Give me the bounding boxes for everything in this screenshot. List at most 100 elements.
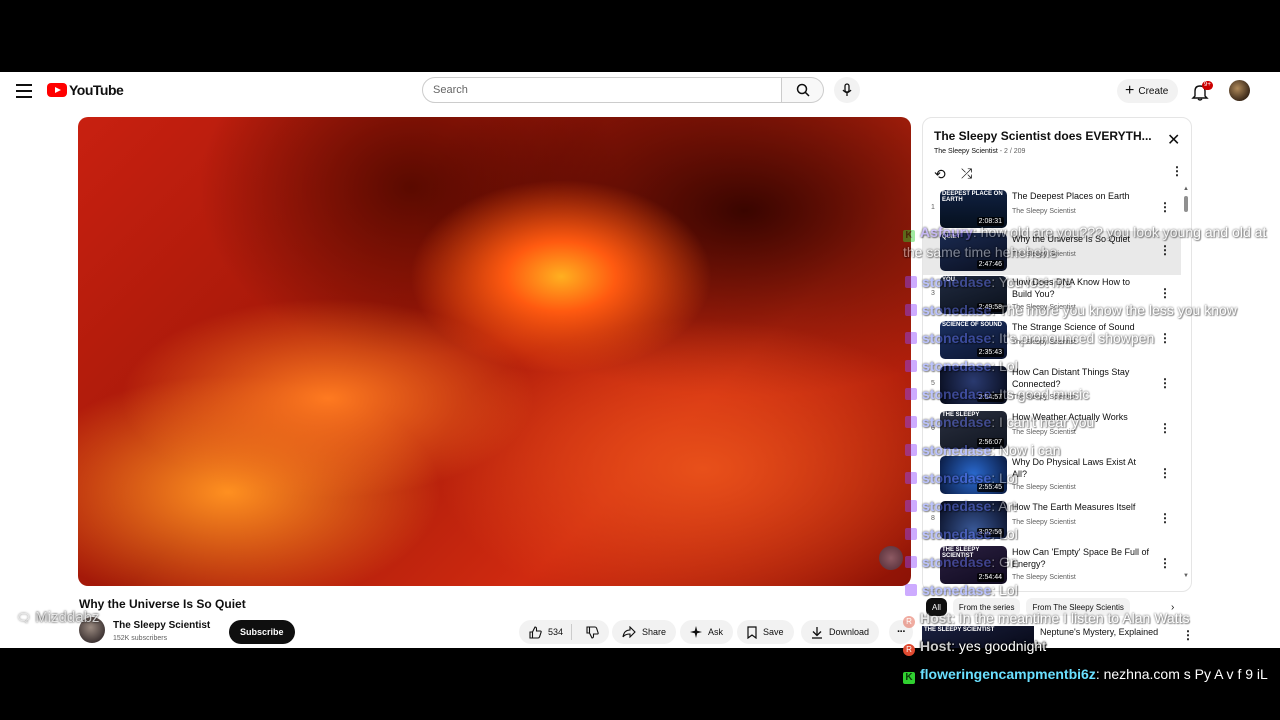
thumbs-up-icon xyxy=(529,625,542,639)
item-menu-icon[interactable]: ⋮ xyxy=(1159,200,1171,214)
playlist-item-channel: The Sleepy Scientist xyxy=(1012,208,1076,215)
playlist-item-channel: The Sleepy Scientist xyxy=(1012,484,1076,491)
item-menu-icon[interactable]: ⋮ xyxy=(1159,376,1171,390)
chat-text: : nezhna.com s Py A v f 9 iL xyxy=(1095,666,1268,682)
chat-text: : It's pronounced showpen xyxy=(991,330,1155,346)
chat-text: : The more you know the less you know xyxy=(991,302,1237,318)
ask-label: Ask xyxy=(708,627,724,637)
playlist-item-index: 1 xyxy=(931,204,935,211)
streamer-watermark: 🗨 Mizddabz xyxy=(16,609,99,626)
host-badge-icon: R xyxy=(903,644,915,656)
chat-message: stonedase: Lol xyxy=(905,580,1018,600)
chat-text: : Now i can xyxy=(991,442,1061,458)
twitch-badge-icon xyxy=(905,444,917,456)
chat-username: Host xyxy=(920,638,952,654)
host-badge-icon: R xyxy=(903,616,915,628)
share-button[interactable]: Share xyxy=(612,620,677,644)
dislike-button[interactable] xyxy=(578,625,609,639)
chat-message: stonedase: Its good music xyxy=(905,384,1089,404)
shuffle-icon[interactable]: ⤮ xyxy=(961,165,972,182)
plus-icon: + xyxy=(1125,82,1135,99)
item-menu-icon[interactable]: ⋮ xyxy=(1159,556,1171,570)
item-menu-icon[interactable]: ⋮ xyxy=(1159,331,1171,345)
channel-name[interactable]: The Sleepy Scientist xyxy=(113,620,210,631)
chat-message: stonedase: I can't hear you xyxy=(905,412,1094,432)
twitch-badge-icon xyxy=(905,472,917,484)
playlist-item-title: The Deepest Places on Earth xyxy=(1012,191,1130,201)
save-button[interactable]: Save xyxy=(737,620,794,644)
playlist-panel: The Sleepy Scientist does EVERYTH... The… xyxy=(922,117,1192,592)
download-label: Download xyxy=(829,627,870,637)
twitch-badge-icon xyxy=(905,584,917,596)
chat-text: : I can't hear you xyxy=(991,414,1095,430)
chat-username: stonedase xyxy=(922,470,992,486)
item-menu-icon[interactable]: ⋮ xyxy=(1159,421,1171,435)
twitch-badge-icon xyxy=(905,276,917,288)
search-bar xyxy=(422,77,860,103)
chat-username: stonedase xyxy=(922,386,992,402)
chat-message: stonedase: Lol xyxy=(905,468,1018,488)
chat-username: stonedase xyxy=(922,526,992,542)
search-input[interactable] xyxy=(422,77,782,103)
ask-button[interactable]: Ask xyxy=(680,620,734,644)
item-menu-icon[interactable]: ⋮ xyxy=(1159,286,1171,300)
video-player[interactable] xyxy=(78,117,911,586)
twitch-badge-icon xyxy=(905,360,917,372)
search-button[interactable] xyxy=(782,77,824,103)
player-overlay-avatar[interactable] xyxy=(879,546,903,570)
chat-message: stonedase: Art xyxy=(905,496,1016,516)
close-icon[interactable]: ✕ xyxy=(1167,133,1180,149)
share-label: Share xyxy=(642,627,667,637)
create-button[interactable]: + Create xyxy=(1117,79,1179,103)
scroll-down-arrow-icon[interactable]: ▼ xyxy=(1183,573,1189,579)
youtube-play-icon xyxy=(47,83,67,97)
masthead: YouTube + Create 9+ xyxy=(0,72,1280,110)
playlist-item-title: How Can 'Empty' Space Be Full of Energy? xyxy=(1012,547,1149,569)
twitch-badge-icon xyxy=(905,304,917,316)
chat-text: : Its good music xyxy=(991,386,1090,402)
chat-text: : Lol xyxy=(991,526,1018,542)
sparkle-icon xyxy=(690,626,702,638)
chat-message: stonedase: The more you know the less yo… xyxy=(905,300,1237,320)
voice-search-button[interactable] xyxy=(834,77,860,103)
playlist-subtitle: The Sleepy Scientist - 2 / 209 xyxy=(934,148,1025,155)
scroll-up-arrow-icon[interactable]: ▲ xyxy=(1183,186,1189,192)
chat-text: : yes goodnight xyxy=(951,638,1047,654)
chat-text: : You lost me xyxy=(991,274,1072,290)
chat-text: : Art xyxy=(991,498,1017,514)
loop-icon[interactable]: ⟲ xyxy=(934,166,946,183)
playlist-owner[interactable]: The Sleepy Scientist xyxy=(934,148,998,155)
playlist-item-channel: The Sleepy Scientist xyxy=(1012,519,1076,526)
chat-message: Kfloweringencampmentbi6z: nezhna.com s P… xyxy=(903,664,1273,684)
recommended-title: Neptune's Mystery, Explained xyxy=(1040,627,1159,637)
item-menu-icon[interactable]: ⋮ xyxy=(1182,628,1194,642)
account-avatar[interactable] xyxy=(1229,80,1250,101)
item-menu-icon[interactable]: ⋮ xyxy=(1159,511,1171,525)
item-menu-icon[interactable]: ⋮ xyxy=(1159,466,1171,480)
like-button[interactable]: 534 xyxy=(519,624,573,640)
subscribe-button[interactable]: Subscribe xyxy=(229,620,295,644)
microphone-icon xyxy=(842,83,852,96)
watermark-text: Mizddabz xyxy=(35,609,100,626)
playlist-item-channel: The Sleepy Scientist xyxy=(1012,574,1076,581)
chat-icon: 🗨 xyxy=(16,610,32,625)
youtube-window: YouTube + Create 9+ Why the Universe Is … xyxy=(0,72,1280,648)
playlist-scrollbar-thumb[interactable] xyxy=(1184,196,1188,212)
chat-message: stonedase: You lost me xyxy=(905,272,1071,292)
chat-username: stonedase xyxy=(922,554,992,570)
chat-username: Host xyxy=(920,610,952,626)
chat-text: : Lol xyxy=(991,582,1018,598)
menu-icon[interactable] xyxy=(16,84,32,98)
download-icon xyxy=(812,626,822,639)
bookmark-icon xyxy=(747,625,757,639)
youtube-logo[interactable]: YouTube xyxy=(47,82,124,98)
download-button[interactable]: Download xyxy=(801,620,880,644)
playlist-item-title: How The Earth Measures Itself xyxy=(1012,502,1136,512)
chat-username: stonedase xyxy=(922,582,992,598)
playlist-item-index: 8 xyxy=(931,515,935,522)
chat-username: stonedase xyxy=(922,302,992,318)
playlist-title[interactable]: The Sleepy Scientist does EVERYTH... xyxy=(934,129,1169,143)
chat-message: stonedase: Now i can xyxy=(905,440,1061,460)
chat-text: : Lol xyxy=(991,470,1018,486)
playlist-menu-icon[interactable]: ⋮ xyxy=(1171,164,1183,178)
